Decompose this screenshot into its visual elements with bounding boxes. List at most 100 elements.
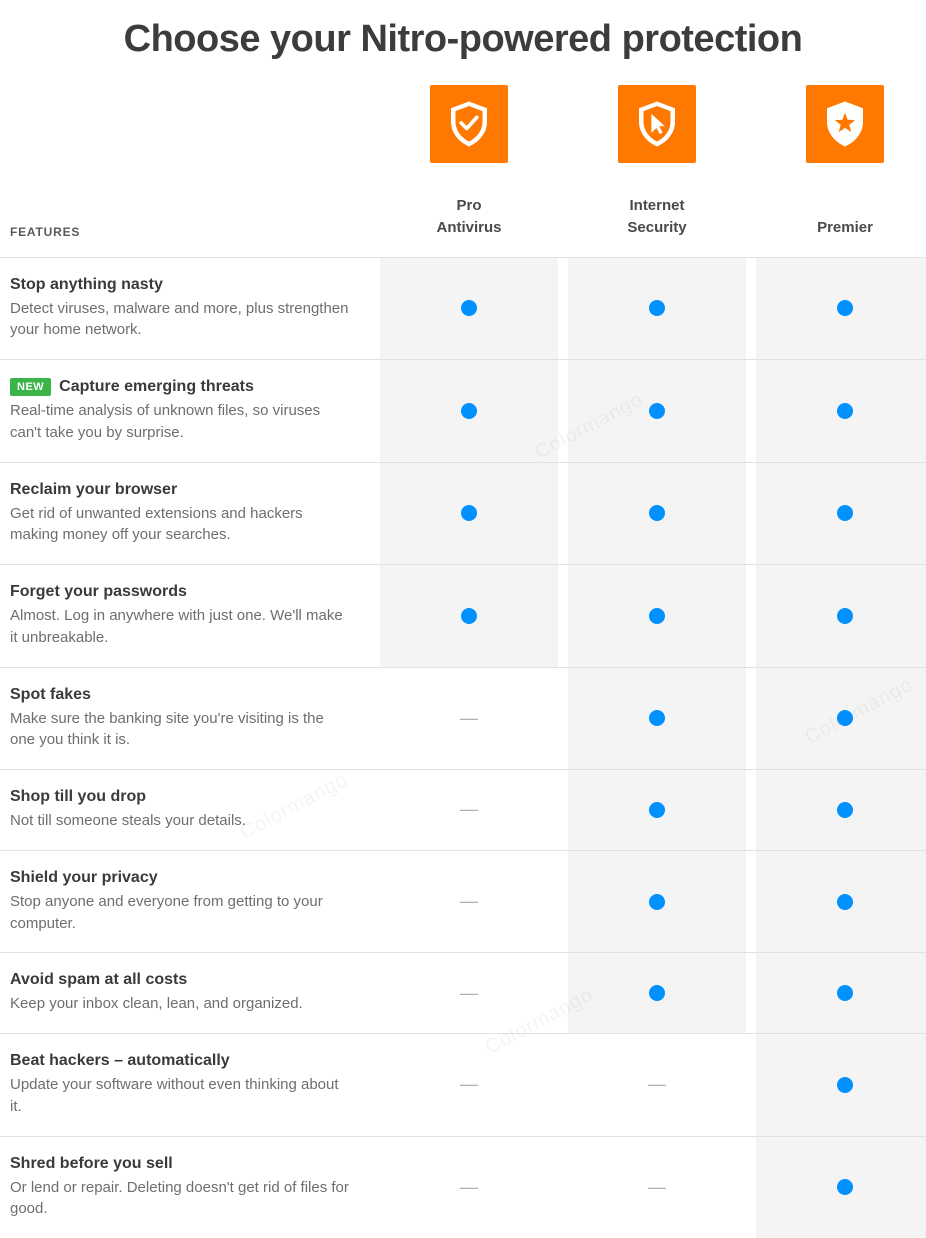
feature-cell: Avoid spam at all costsKeep your inbox c…: [0, 953, 370, 1033]
not-included-dash-icon: —: [460, 799, 478, 820]
plan-icon-premier: [756, 85, 926, 163]
feature-row: Stop anything nastyDetect viruses, malwa…: [0, 257, 926, 360]
not-included-dash-icon: —: [648, 1074, 666, 1095]
feature-cell: NEWCapture emerging threats Real-time ana…: [0, 360, 370, 462]
feature-cell: Shred before you sellOr lend or repair. …: [0, 1137, 370, 1238]
feature-cell: Beat hackers – automatically Update your …: [0, 1034, 370, 1136]
plan-cell: [756, 953, 926, 1033]
plan-cell: —: [568, 1034, 746, 1136]
plan-icons-row: [0, 85, 926, 163]
plan-cell: [568, 463, 746, 565]
included-dot-icon: [649, 300, 665, 316]
plan-cell: —: [380, 851, 558, 953]
plan-cell: —: [380, 668, 558, 770]
features-header: FEATURES: [0, 193, 370, 257]
feature-desc: Stop anyone and everyone from getting to…: [10, 891, 350, 935]
plan-cell: [380, 258, 558, 360]
shield-check-icon: [430, 85, 508, 163]
plan-cell: [568, 565, 746, 667]
feature-cell: Stop anything nastyDetect viruses, malwa…: [0, 258, 370, 360]
new-badge: NEW: [10, 378, 51, 396]
not-included-dash-icon: —: [648, 1177, 666, 1198]
plan-cell: [756, 258, 926, 360]
included-dot-icon: [837, 403, 853, 419]
plan-header-internet: Internet Security: [568, 163, 746, 257]
plan-cell: [756, 770, 926, 850]
feature-title: Stop anything nasty: [10, 276, 350, 294]
included-dot-icon: [837, 1179, 853, 1195]
feature-row: Shred before you sellOr lend or repair. …: [0, 1136, 926, 1238]
included-dot-icon: [837, 608, 853, 624]
feature-desc: Not till someone steals your details.: [10, 810, 350, 832]
feature-row: Shop till you drop Not till someone steal…: [0, 769, 926, 850]
included-dot-icon: [837, 300, 853, 316]
feature-desc: Make sure the banking site you're visiti…: [10, 708, 350, 752]
feature-title: NEWCapture emerging threats: [10, 378, 350, 396]
included-dot-icon: [649, 608, 665, 624]
shield-cursor-icon: [618, 85, 696, 163]
shield-star-icon: [806, 85, 884, 163]
plan-header-pro: Pro Antivirus: [380, 163, 558, 257]
included-dot-icon: [649, 802, 665, 818]
plan-cell: [756, 463, 926, 565]
feature-title: Spot fakes: [10, 686, 350, 704]
feature-title: Avoid spam at all costs: [10, 971, 350, 989]
plan-cell: [756, 851, 926, 953]
plan-cell: [568, 668, 746, 770]
plan-cell: —: [380, 1137, 558, 1238]
comparison-table: FEATURES Pro Antivirus Internet Security…: [0, 85, 926, 1238]
plan-cell: [380, 360, 558, 462]
feature-cell: Shop till you drop Not till someone steal…: [0, 770, 370, 850]
included-dot-icon: [461, 300, 477, 316]
feature-title: Forget your passwords: [10, 583, 350, 601]
page-title: Choose your Nitro-powered protection: [0, 0, 926, 85]
feature-desc: Get rid of unwanted extensions and hacke…: [10, 503, 350, 547]
included-dot-icon: [649, 505, 665, 521]
feature-title: Reclaim your browser: [10, 481, 350, 499]
plan-cell: [380, 463, 558, 565]
feature-cell: Shield your privacyStop anyone and every…: [0, 851, 370, 953]
feature-cell: Reclaim your browser Get rid of unwanted …: [0, 463, 370, 565]
not-included-dash-icon: —: [460, 1074, 478, 1095]
feature-row: Forget your passwords Almost. Log in anyw…: [0, 564, 926, 667]
feature-row: Spot fakes Make sure the banking site you…: [0, 667, 926, 770]
plan-header-premier: Premier: [756, 185, 926, 257]
plan-cell: —: [380, 770, 558, 850]
included-dot-icon: [461, 403, 477, 419]
feature-row: Beat hackers – automatically Update your …: [0, 1033, 926, 1136]
feature-desc: Real-time analysis of unknown files, so …: [10, 400, 350, 444]
included-dot-icon: [649, 710, 665, 726]
plan-cell: [568, 953, 746, 1033]
plan-cell: [756, 360, 926, 462]
plan-icon-internet: [568, 85, 746, 163]
plan-cell: [756, 565, 926, 667]
included-dot-icon: [461, 505, 477, 521]
plan-cell: —: [380, 1034, 558, 1136]
feature-title: Beat hackers – automatically: [10, 1052, 350, 1070]
feature-desc: Update your software without even thinki…: [10, 1074, 350, 1118]
not-included-dash-icon: —: [460, 708, 478, 729]
not-included-dash-icon: —: [460, 983, 478, 1004]
header-row: FEATURES Pro Antivirus Internet Security…: [0, 163, 926, 257]
included-dot-icon: [837, 802, 853, 818]
included-dot-icon: [837, 894, 853, 910]
feature-row: Shield your privacyStop anyone and every…: [0, 850, 926, 953]
feature-row: NEWCapture emerging threats Real-time ana…: [0, 359, 926, 462]
plan-cell: —: [568, 1137, 746, 1238]
feature-title: Shop till you drop: [10, 788, 350, 806]
included-dot-icon: [837, 710, 853, 726]
feature-row: Reclaim your browser Get rid of unwanted …: [0, 462, 926, 565]
plan-cell: —: [380, 953, 558, 1033]
included-dot-icon: [837, 505, 853, 521]
feature-cell: Spot fakes Make sure the banking site you…: [0, 668, 370, 770]
feature-cell: Forget your passwords Almost. Log in anyw…: [0, 565, 370, 667]
plan-cell: [568, 360, 746, 462]
feature-desc: Almost. Log in anywhere with just one. W…: [10, 605, 350, 649]
plan-cell: [756, 1034, 926, 1136]
included-dot-icon: [649, 894, 665, 910]
included-dot-icon: [649, 985, 665, 1001]
included-dot-icon: [461, 608, 477, 624]
feature-title: Shred before you sell: [10, 1155, 350, 1173]
included-dot-icon: [837, 985, 853, 1001]
not-included-dash-icon: —: [460, 1177, 478, 1198]
